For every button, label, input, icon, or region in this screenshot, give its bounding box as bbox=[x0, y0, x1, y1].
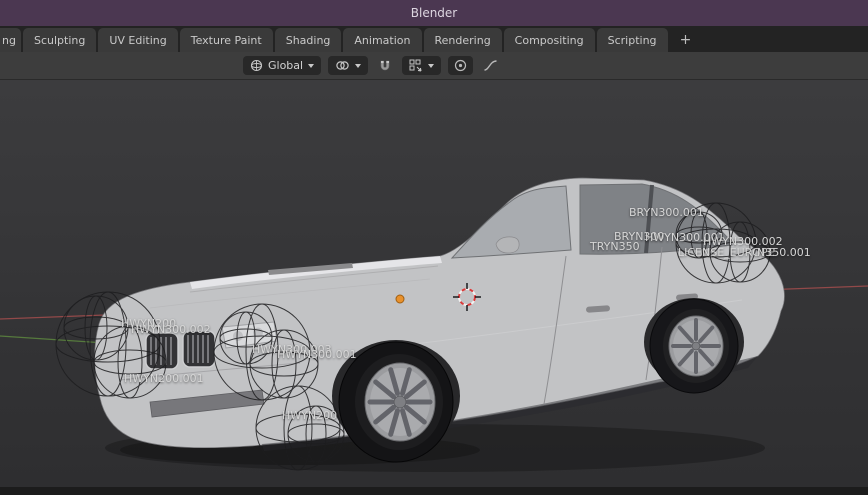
pivot-point-dropdown[interactable] bbox=[328, 56, 369, 75]
snap-settings-dropdown[interactable] bbox=[402, 56, 442, 75]
window-title: Blender bbox=[410, 6, 458, 20]
object-label: N350.001 bbox=[757, 246, 811, 259]
proportional-falloff-dropdown[interactable] bbox=[480, 56, 501, 75]
tab-shading[interactable]: Shading bbox=[274, 28, 342, 52]
rear-wheel bbox=[649, 298, 739, 394]
pivot-point-icon bbox=[336, 61, 349, 70]
object-origin-dot[interactable] bbox=[395, 294, 405, 304]
chevron-down-icon bbox=[355, 63, 362, 68]
tab-scripting[interactable]: Scripting bbox=[596, 28, 668, 52]
transform-orientation-dropdown[interactable]: Global bbox=[243, 56, 322, 75]
object-label: BRYN300.001 bbox=[629, 206, 704, 219]
tab-rendering[interactable]: Rendering bbox=[423, 28, 502, 52]
transform-orientation-value: Global bbox=[268, 59, 304, 72]
proportional-editing-toggle[interactable] bbox=[448, 56, 474, 75]
tab-uv-editing[interactable]: UV Editing bbox=[98, 28, 178, 52]
object-label: HWYN200 bbox=[282, 409, 338, 422]
viewport-header: Global bbox=[0, 52, 868, 80]
tab-compositing[interactable]: Compositing bbox=[503, 28, 595, 52]
snap-target-icon bbox=[409, 59, 422, 72]
viewport-scene bbox=[0, 177, 868, 472]
editor-divider[interactable] bbox=[0, 487, 868, 495]
tab-modeling-partial[interactable]: ng bbox=[0, 28, 21, 52]
add-workspace-button[interactable]: + bbox=[674, 28, 698, 52]
object-label: HWYN200.001 bbox=[124, 372, 204, 385]
tab-animation[interactable]: Animation bbox=[343, 28, 422, 52]
snap-toggle-button[interactable] bbox=[375, 56, 395, 75]
snap-magnet-icon bbox=[380, 60, 390, 70]
transform-orientation-icon bbox=[250, 59, 263, 72]
chevron-down-icon bbox=[428, 63, 435, 68]
side-mirror bbox=[495, 236, 520, 254]
tab-sculpting[interactable]: Sculpting bbox=[22, 28, 97, 52]
chevron-down-icon bbox=[308, 63, 315, 68]
transform-controls: Global bbox=[243, 56, 501, 75]
proportional-editing-icon bbox=[454, 59, 467, 72]
object-label: HWYN300.002 bbox=[131, 323, 211, 336]
proportional-falloff-icon bbox=[484, 60, 497, 71]
viewport-3d[interactable] bbox=[0, 80, 868, 487]
blender-window: Blender ng Sculpting UV Editing Texture … bbox=[0, 0, 868, 495]
object-label: HWYN300.001 bbox=[277, 348, 357, 361]
tab-texture-paint[interactable]: Texture Paint bbox=[179, 28, 273, 52]
window-titlebar: Blender bbox=[0, 0, 868, 26]
workspace-tabbar: ng Sculpting UV Editing Texture Paint Sh… bbox=[0, 26, 868, 52]
object-label: TRYN350 bbox=[590, 240, 640, 253]
